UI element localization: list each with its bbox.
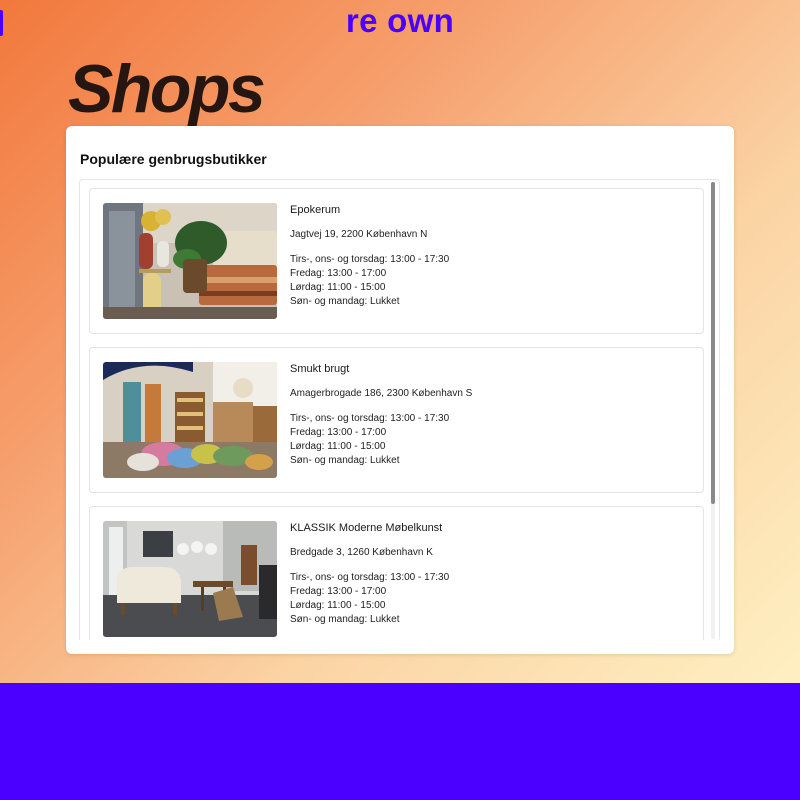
shop-photo-smukt-brugt: [103, 362, 277, 478]
footer-band: [0, 683, 800, 800]
shop-list: Epokerum Jagtvej 19, 2200 København N Ti…: [89, 188, 704, 640]
hours-saturday: Lørdag: 11:00 - 15:00: [290, 282, 386, 293]
hours-weekdays: Tirs-, ons- og torsdag: 13:00 - 17:30: [290, 572, 450, 583]
hours-saturday: Lørdag: 11:00 - 15:00: [290, 600, 386, 611]
hours-friday: Fredag: 13:00 - 17:00: [290, 586, 387, 597]
shop-address: Bredgade 3, 1260 København K: [290, 547, 433, 558]
shop-card[interactable]: Epokerum Jagtvej 19, 2200 København N Ti…: [89, 188, 704, 334]
shop-name[interactable]: Smukt brugt: [290, 362, 693, 376]
shop-photo: [103, 521, 277, 637]
shop-name[interactable]: KLASSIK Moderne Møbelkunst: [290, 521, 693, 535]
shop-list-scroll-area[interactable]: Epokerum Jagtvej 19, 2200 København N Ti…: [79, 179, 720, 640]
hours-friday: Fredag: 13:00 - 17:00: [290, 427, 387, 438]
hours-friday: Fredag: 13:00 - 17:00: [290, 268, 387, 279]
shop-photo: [103, 203, 277, 319]
shop-info: KLASSIK Moderne Møbelkunst Bredgade 3, 1…: [290, 521, 693, 627]
brand-logo[interactable]: re own: [0, 2, 800, 40]
shop-photo-klassik: [103, 521, 277, 637]
shop-card[interactable]: KLASSIK Moderne Møbelkunst Bredgade 3, 1…: [89, 506, 704, 640]
page-title: Shops: [68, 51, 266, 127]
hours-weekdays: Tirs-, ons- og torsdag: 13:00 - 17:30: [290, 254, 450, 265]
shop-address: Jagtvej 19, 2200 København N: [290, 229, 428, 240]
hours-closed: Søn- og mandag: Lukket: [290, 455, 400, 466]
hours-closed: Søn- og mandag: Lukket: [290, 296, 400, 307]
shop-info: Smukt brugt Amagerbrogade 186, 2300 Købe…: [290, 362, 693, 468]
shops-panel: Populære genbrugsbutikker Epokerum Jagtv…: [66, 126, 734, 654]
shop-address: Amagerbrogade 186, 2300 København S: [290, 388, 473, 399]
shop-card[interactable]: Smukt brugt Amagerbrogade 186, 2300 Købe…: [89, 347, 704, 493]
shop-name[interactable]: Epokerum: [290, 203, 693, 217]
hours-weekdays: Tirs-, ons- og torsdag: 13:00 - 17:30: [290, 413, 450, 424]
scrollbar-track[interactable]: [711, 182, 715, 639]
hours-closed: Søn- og mandag: Lukket: [290, 614, 400, 625]
panel-heading: Populære genbrugsbutikker: [80, 151, 267, 167]
scrollbar-thumb[interactable]: [711, 182, 715, 504]
hours-saturday: Lørdag: 11:00 - 15:00: [290, 441, 386, 452]
shop-info: Epokerum Jagtvej 19, 2200 København N Ti…: [290, 203, 693, 309]
shop-photo: [103, 362, 277, 478]
shop-photo-epokerum: [103, 203, 277, 319]
